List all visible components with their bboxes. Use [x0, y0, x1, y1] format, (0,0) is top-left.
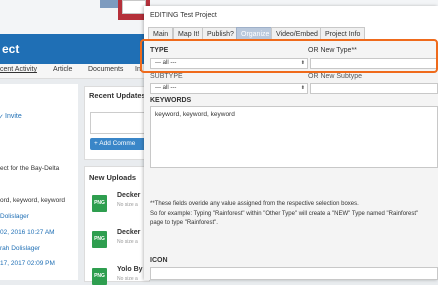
icon-field[interactable] [150, 267, 438, 280]
icon-label: ICON [150, 257, 168, 264]
update-date-2: 17, 2017 02:09 PM [0, 260, 55, 267]
project-keywords: ord, keyword, keyword [0, 197, 66, 204]
project-description: ect for the Bay-Delta [0, 165, 60, 172]
upload-name[interactable]: Yolo By [117, 266, 143, 273]
tab-video-embed[interactable]: Video/Embed [271, 27, 323, 40]
nav-item-truncated[interactable]: In [135, 66, 141, 73]
new-type-label: OR New Type** [308, 47, 357, 54]
new-subtype-label: OR New Subtype [308, 73, 363, 80]
keywords-label: KEYWORDS [150, 97, 192, 104]
tab-main[interactable]: Main [148, 27, 174, 40]
help-note-line-1: **These fields overide any value assigne… [150, 201, 359, 207]
nav-article[interactable]: Article [53, 66, 72, 73]
upload-size: No size a [117, 276, 138, 282]
add-comment-button[interactable]: + Add Comme [90, 138, 148, 150]
update-date: 02, 2016 10:27 AM [0, 229, 55, 236]
help-note-line-2: So for example: Typing "Rainforest" with… [150, 211, 419, 217]
upload-name[interactable]: Decker [117, 229, 140, 236]
png-file-icon: PNG [92, 268, 107, 285]
upload-size: No size a [117, 239, 138, 245]
png-file-icon: PNG [92, 195, 107, 212]
upload-size: No size a [117, 202, 138, 208]
keywords-textarea[interactable]: keyword, keyword, keyword [150, 106, 438, 168]
tab-project-info[interactable]: Project Info [320, 27, 366, 40]
nav-documents[interactable]: Documents [88, 66, 123, 73]
nav-recent-activity[interactable]: cent Activity [0, 66, 37, 73]
banner-image-inset [122, 0, 146, 14]
invite-link[interactable]: Invite [5, 113, 22, 120]
new-uploads-heading: New Uploads [89, 173, 137, 182]
upload-name[interactable]: Decker [117, 192, 140, 199]
author-link[interactable]: Dolislager [0, 213, 29, 220]
subtype-select[interactable]: --- all --- ⬍ [150, 83, 308, 94]
type-label: TYPE [150, 47, 169, 54]
updown-arrows-icon: ⬍ [300, 85, 305, 91]
subtype-label: SUBTYPE [150, 73, 183, 80]
recent-updates-heading: Recent Updates [89, 91, 146, 100]
comment-input[interactable] [90, 112, 150, 134]
modal-title: EDITING Test Project [150, 12, 217, 19]
subtype-select-value: --- all --- [155, 85, 177, 91]
tab-publish[interactable]: Publish? [202, 27, 239, 40]
type-select[interactable]: --- all --- ⬍ [150, 58, 308, 69]
author-link-2[interactable]: rah Dolislager [0, 245, 40, 252]
tab-map-it[interactable]: Map It! [173, 27, 205, 40]
new-subtype-input[interactable] [310, 83, 438, 94]
new-uploads-panel [84, 166, 150, 282]
invite-icon: ✓ [0, 114, 4, 121]
tab-organize[interactable]: Organize [236, 27, 275, 40]
new-type-input[interactable] [310, 58, 438, 69]
png-file-icon: PNG [92, 231, 107, 248]
help-note-line-3: page to type "Rainforest". [150, 220, 218, 226]
type-select-value: --- all --- [155, 60, 177, 66]
updown-arrows-icon: ⬍ [300, 60, 305, 66]
project-title: ect [2, 42, 20, 56]
